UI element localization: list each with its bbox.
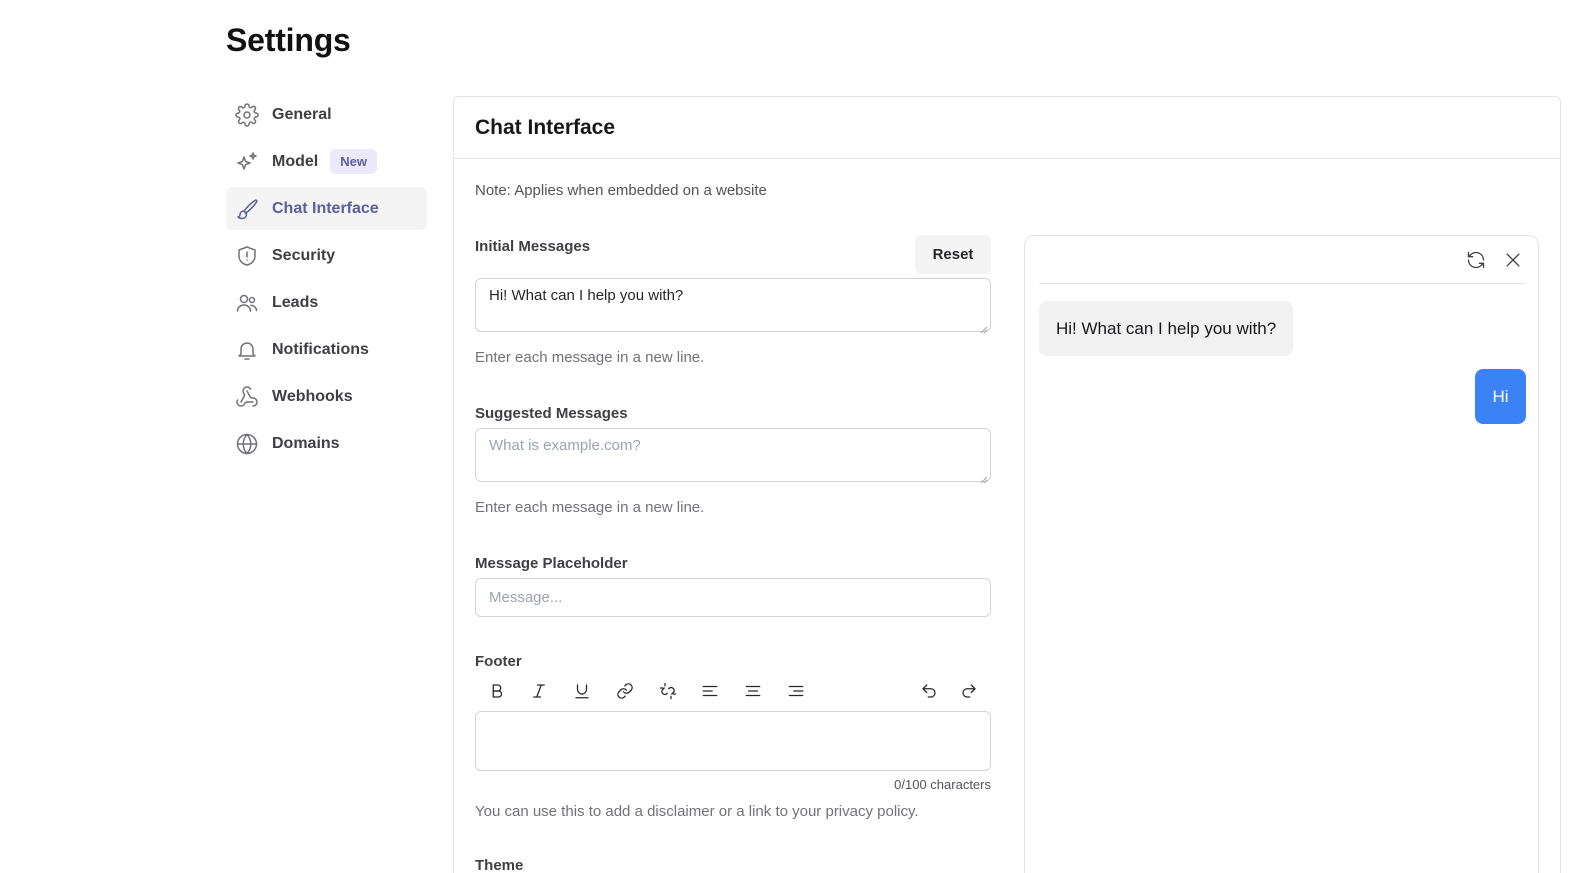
sidebar-item-model[interactable]: Model New (226, 140, 427, 183)
sidebar-item-label: General (272, 105, 332, 123)
sidebar-item-label: Leads (272, 293, 319, 311)
reset-button[interactable]: Reset (915, 235, 991, 274)
sidebar-item-label: Chat Interface (272, 199, 379, 217)
brush-icon (235, 197, 259, 221)
shield-icon (235, 244, 259, 268)
webhook-icon (235, 385, 259, 409)
close-icon[interactable] (1501, 248, 1525, 272)
redo-icon[interactable] (958, 680, 980, 702)
sidebar-item-domains[interactable]: Domains (226, 422, 427, 465)
message-placeholder-label: Message Placeholder (475, 555, 628, 572)
footer-editor[interactable] (475, 711, 991, 771)
footer-label: Footer (475, 653, 522, 670)
unlink-icon[interactable] (657, 680, 679, 702)
sidebar-item-chat-interface[interactable]: Chat Interface (226, 187, 427, 230)
align-center-icon[interactable] (742, 680, 764, 702)
embed-note: Note: Applies when embedded on a website (475, 182, 767, 199)
suggested-messages-placeholder: What is example.com? (489, 437, 641, 454)
users-icon (235, 291, 259, 315)
initial-messages-textarea[interactable]: Hi! What can I help you with? (475, 278, 991, 334)
chat-preview: Hi! What can I help you with? Hi (1024, 235, 1539, 873)
card-header: Chat Interface (454, 97, 1560, 159)
underline-icon[interactable] (571, 680, 593, 702)
link-icon[interactable] (614, 680, 636, 702)
sidebar-item-label: Security (272, 246, 336, 264)
preview-divider (1039, 283, 1526, 284)
sidebar-item-general[interactable]: General (226, 93, 427, 136)
suggested-messages-textarea[interactable]: What is example.com? (475, 428, 991, 484)
sidebar-item-label: Notifications (272, 340, 369, 358)
footer-editor-toolbar (475, 677, 991, 705)
footer-help: You can use this to add a disclaimer or … (475, 803, 919, 820)
align-left-icon[interactable] (699, 680, 721, 702)
sidebar-item-label: Domains (272, 434, 340, 452)
bell-icon (235, 338, 259, 362)
resize-grip-icon[interactable] (980, 321, 988, 334)
globe-icon (235, 432, 259, 456)
theme-label: Theme (475, 857, 524, 873)
sidebar-item-webhooks[interactable]: Webhooks (226, 375, 427, 418)
card-title: Chat Interface (475, 115, 616, 139)
gear-icon (235, 102, 259, 127)
message-placeholder-input[interactable]: Message... (475, 578, 991, 617)
new-badge: New (330, 149, 377, 174)
sidebar-item-security[interactable]: Security (226, 234, 427, 277)
footer-char-count: 0/100 characters (894, 777, 991, 792)
settings-sidebar: General Model New Chat Interface Securit… (226, 93, 427, 469)
initial-messages-value: Hi! What can I help you with? (489, 287, 684, 304)
chat-interface-card: Chat Interface Note: Applies when embedd… (453, 96, 1561, 873)
suggested-messages-help: Enter each message in a new line. (475, 499, 705, 516)
bold-icon[interactable] (486, 680, 508, 702)
sidebar-item-leads[interactable]: Leads (226, 281, 427, 324)
align-right-icon[interactable] (785, 680, 807, 702)
initial-messages-label: Initial Messages (475, 238, 591, 255)
suggested-messages-label: Suggested Messages (475, 405, 628, 422)
user-message-bubble: Hi (1475, 369, 1526, 424)
resize-grip-icon[interactable] (980, 471, 988, 484)
initial-messages-help: Enter each message in a new line. (475, 349, 705, 366)
refresh-icon[interactable] (1464, 248, 1488, 272)
page-title: Settings (226, 22, 351, 58)
message-placeholder-placeholder: Message... (489, 589, 563, 606)
undo-icon[interactable] (918, 680, 940, 702)
bot-message-bubble: Hi! What can I help you with? (1039, 301, 1294, 356)
sparkles-icon (235, 150, 259, 174)
italic-icon[interactable] (528, 680, 550, 702)
sidebar-item-label: Model (272, 152, 319, 170)
sidebar-item-label: Webhooks (272, 387, 353, 405)
sidebar-item-notifications[interactable]: Notifications (226, 328, 427, 371)
